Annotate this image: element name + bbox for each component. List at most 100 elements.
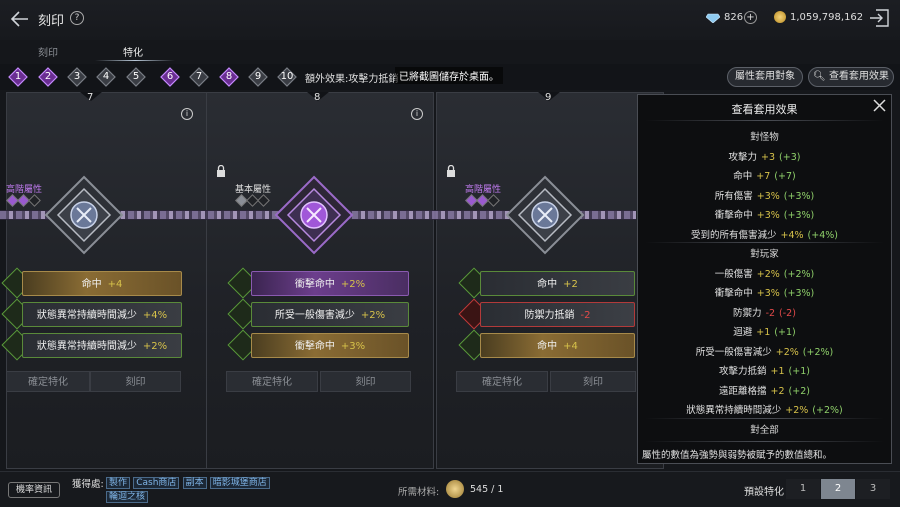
effect-total: (-2) — [779, 307, 796, 319]
source-link[interactable]: 製作 — [106, 477, 131, 489]
effect-value: +3% — [756, 288, 780, 299]
stat-row[interactable]: 命中 +4 — [480, 333, 635, 358]
effect-value: +1 — [770, 366, 785, 377]
view-effect-button[interactable]: 🔍︎ 查看套用效果 — [808, 67, 894, 87]
stat-value: +2% — [340, 279, 366, 290]
tier-dots — [465, 194, 500, 207]
stat-row[interactable]: 命中 +2 — [480, 271, 635, 296]
stat-value: +3% — [340, 341, 366, 352]
info-icon[interactable]: i — [181, 108, 193, 120]
preset-button-1[interactable]: 1 — [786, 479, 820, 499]
confirm-spec-button[interactable]: 確定特化 — [456, 371, 548, 392]
stat-row[interactable]: 狀態異常持續時間減少 +2% — [22, 333, 182, 358]
step-2[interactable]: 2 — [38, 67, 58, 87]
preset-button-2[interactable]: 2 — [821, 479, 855, 499]
step-3[interactable]: 3 — [67, 67, 87, 87]
material-label: 所需材料: — [398, 487, 440, 498]
panel-number: 7 — [87, 92, 94, 103]
step-10[interactable]: 10 — [277, 67, 297, 87]
effect-line: 衝擊命中 +3% (+3%) — [637, 285, 892, 299]
probability-info-button[interactable]: 機率資訊 — [8, 482, 60, 498]
effect-line: 防禦力 -2 (-2) — [637, 305, 892, 319]
effect-total: (+2) — [788, 385, 810, 397]
effect-name: 衝擊命中 — [714, 210, 753, 221]
effect-value: +2% — [756, 268, 780, 280]
top-bar — [0, 0, 900, 40]
add-gems-icon[interactable]: + — [744, 11, 757, 24]
tab-engrave[interactable]: 刻印 — [38, 44, 58, 59]
source-link[interactable]: 暗影城堡商店 — [209, 477, 270, 489]
step-7[interactable]: 7 — [189, 67, 209, 87]
effect-name: 所受一般傷害減少 — [695, 346, 772, 358]
gold-coin-icon — [774, 11, 786, 23]
search-icon: 🔍︎ — [813, 71, 826, 82]
stat-value: -2 — [580, 310, 591, 321]
exit-icon[interactable] — [868, 8, 890, 28]
confirm-spec-button[interactable]: 確定特化 — [226, 371, 318, 392]
effect-value: +3% — [756, 210, 780, 221]
effect-line: 遠距離格擋 +2 (+2) — [637, 383, 892, 397]
tier-dots — [6, 194, 41, 207]
step-number: 9 — [254, 71, 262, 82]
effect-value: +3% — [756, 190, 780, 202]
step-6[interactable]: 6 — [160, 67, 180, 87]
effect-total: (+2%) — [783, 268, 815, 280]
tier-label: 基本屬性 — [235, 185, 272, 195]
stat-name: 防禦力抵銷 — [524, 310, 575, 321]
stat-name: 狀態異常持續時間減少 — [36, 341, 137, 352]
panel-number: 8 — [314, 92, 321, 103]
effect-panel-title: 查看套用效果 — [731, 103, 798, 116]
step-5[interactable]: 5 — [126, 67, 146, 87]
stat-row[interactable]: 防禦力抵銷 -2 — [480, 302, 635, 327]
gem-count: 826 — [724, 12, 744, 23]
effect-name: 攻擊力抵銷 — [719, 366, 767, 377]
stat-row[interactable]: 衝擊命中 +3% — [251, 333, 409, 358]
stat-row[interactable]: 命中 +4 — [22, 271, 182, 296]
stat-value: +2% — [360, 310, 386, 321]
source-link[interactable]: Cash商店 — [133, 477, 180, 489]
active-tab-indicator — [95, 60, 175, 61]
effect-line: 衝擊命中 +3% (+3%) — [637, 207, 892, 221]
stat-row[interactable]: 狀態異常持續時間減少 +4% — [22, 302, 182, 327]
stat-value: +4 — [107, 279, 123, 290]
step-number: 2 — [44, 71, 52, 82]
material-orb-icon — [446, 480, 464, 498]
emblem-silver-icon — [505, 175, 585, 255]
confirm-spec-button[interactable]: 確定特化 — [6, 371, 90, 392]
engrave-button[interactable]: 刻印 — [550, 371, 636, 392]
tab-specialization[interactable]: 特化 — [123, 44, 143, 59]
step-number: 6 — [166, 71, 174, 82]
attribute-target-button[interactable]: 屬性套用對象 — [727, 67, 803, 87]
close-icon[interactable] — [873, 99, 886, 112]
info-icon[interactable]: i — [411, 108, 423, 120]
stat-name: 命中 — [81, 279, 102, 290]
step-9[interactable]: 9 — [248, 67, 268, 87]
effect-separator — [645, 441, 884, 442]
engrave-button[interactable]: 刻印 — [90, 371, 181, 392]
back-arrow-icon[interactable] — [10, 10, 30, 28]
tier-dot — [28, 194, 41, 207]
step-number: 10 — [280, 71, 294, 82]
source-link[interactable]: 副本 — [182, 477, 207, 489]
effect-value: +2% — [775, 346, 799, 358]
help-icon[interactable]: ? — [70, 11, 84, 25]
effect-total: (+3%) — [783, 288, 815, 299]
effect-value: +2 — [770, 385, 785, 397]
effect-value: +3 — [761, 151, 776, 163]
tier-label: 高階屬性 — [465, 185, 502, 195]
effect-separator — [645, 242, 884, 243]
step-4[interactable]: 4 — [96, 67, 116, 87]
effect-value: +1 — [756, 327, 771, 338]
stat-name: 衝擊命中 — [294, 279, 335, 290]
stat-row[interactable]: 所受一般傷害減少 +2% — [251, 302, 409, 327]
effect-total: (+3%) — [783, 190, 815, 202]
stat-name: 狀態異常持續時間減少 — [36, 310, 137, 321]
step-1[interactable]: 1 — [8, 67, 28, 87]
preset-button-3[interactable]: 3 — [856, 479, 890, 499]
effect-value: -2 — [765, 307, 776, 319]
stat-row[interactable]: 衝擊命中 +2% — [251, 271, 409, 296]
source-link[interactable]: 輪迴之核 — [106, 491, 149, 503]
step-8[interactable]: 8 — [219, 67, 239, 87]
panel-number: 9 — [545, 92, 552, 103]
engrave-button[interactable]: 刻印 — [320, 371, 411, 392]
